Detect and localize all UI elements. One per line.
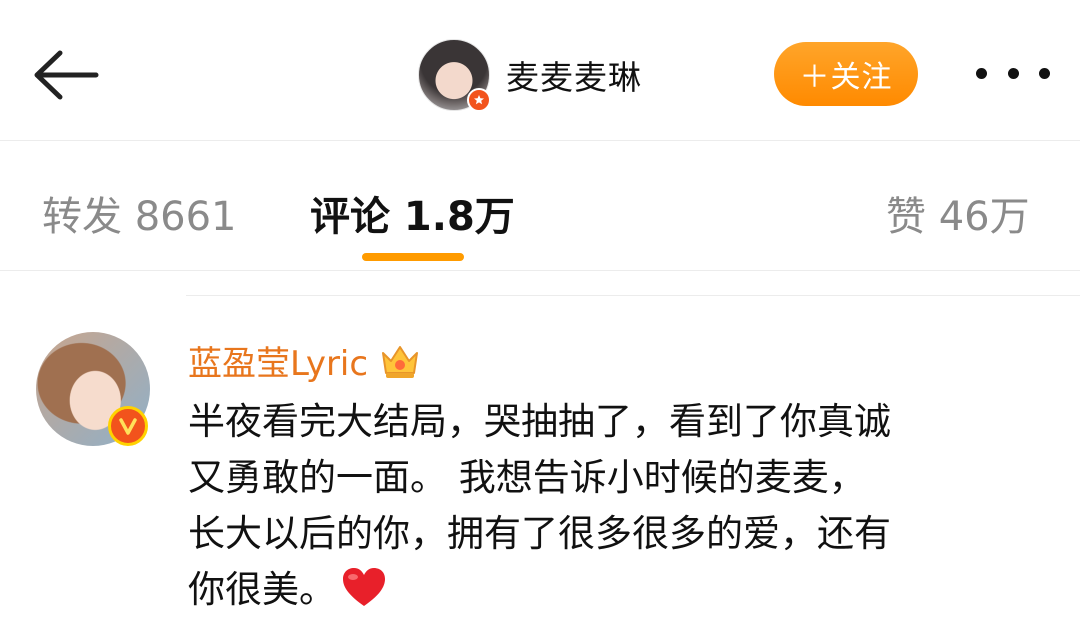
comment-line: 半夜看完大结局，哭抽抽了，看到了你真诚 [188, 400, 891, 443]
profile-title[interactable]: 麦麦麦琳 [418, 38, 642, 112]
comment-text: 半夜看完大结局，哭抽抽了，看到了你真诚 又勇敢的一面。 我想告诉小时候的麦麦， … [188, 394, 1058, 618]
avatar[interactable] [418, 39, 491, 112]
engagement-tabs: 转发 8661 评论 1.8万 赞 46万 [0, 140, 1080, 271]
comment-line-text: 你很美。 [188, 568, 336, 611]
verified-v-icon [108, 406, 148, 446]
tab-repost[interactable]: 转发 8661 [42, 184, 237, 242]
comment-item[interactable]: 蓝盈莹Lyric 半夜看完大结局，哭抽抽了，看到了你真诚 又勇敢的一面。 我想告… [0, 296, 1080, 627]
follow-button[interactable]: ＋关注 [774, 42, 918, 106]
tab-comments[interactable]: 评论 1.8万 [310, 184, 515, 242]
active-tab-indicator [362, 253, 464, 261]
comment-line: 长大以后的你，拥有了很多很多的爱，还有 [188, 512, 891, 555]
more-button[interactable] [976, 58, 1050, 88]
comment-author[interactable]: 蓝盈莹Lyric [188, 336, 422, 385]
arrow-left-icon [34, 50, 99, 100]
crown-icon [382, 345, 419, 378]
more-dots-icon [976, 67, 987, 79]
comment-author-name[interactable]: 蓝盈莹Lyric [188, 336, 368, 385]
back-button[interactable] [28, 40, 102, 110]
tab-likes[interactable]: 赞 46万 [886, 184, 1030, 242]
comment-line: 又勇敢的一面。 我想告诉小时候的麦麦， [188, 456, 866, 499]
top-bar: 麦麦麦琳 ＋关注 [0, 0, 1080, 141]
verified-badge-icon [467, 88, 491, 112]
heart-icon [343, 568, 385, 606]
page-title[interactable]: 麦麦麦琳 [506, 51, 642, 99]
comment-line-last: 你很美。 [188, 562, 1058, 618]
